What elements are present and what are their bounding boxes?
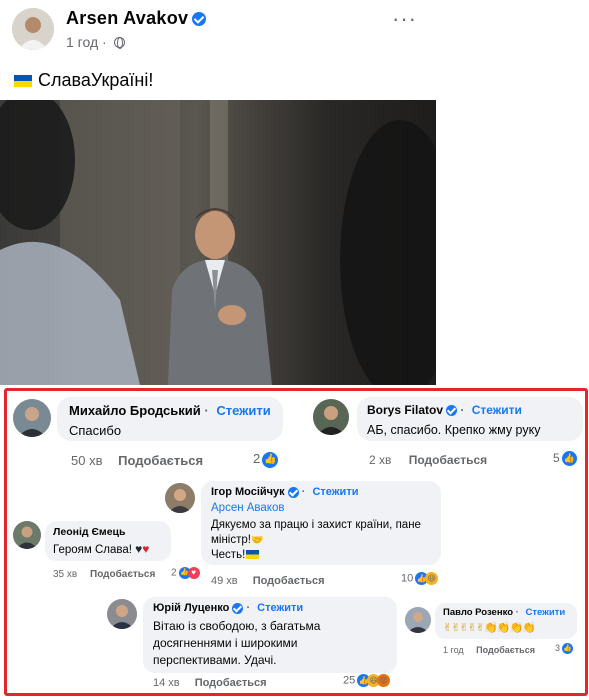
like-button[interactable]: Подобається: [253, 575, 325, 587]
like-button[interactable]: Подобається: [409, 453, 487, 467]
post-photo[interactable]: [0, 100, 436, 385]
comment-bubble: Юрій Луценко · Стежити Вітаю із свободою…: [143, 597, 397, 673]
comment-actions: 49 хв Подобається: [211, 575, 325, 587]
meta-separator: ·: [102, 34, 107, 50]
comment-time[interactable]: 14 хв: [153, 677, 180, 689]
author-name[interactable]: Arsen Avakov: [66, 8, 207, 29]
comment-bubble: Павло Розенко · Стежити ✌✌✌✌✌👏👏👏👏: [435, 603, 577, 639]
post-meta: 1 год ·: [66, 34, 125, 50]
follow-button[interactable]: Стежити: [312, 486, 358, 498]
like-button[interactable]: Подобається: [476, 645, 535, 655]
comment-actions: 35 хв Подобається: [53, 569, 155, 580]
like-reaction-icon: 👍: [562, 643, 574, 655]
commenter-name: Павло Розенко · Стежити: [443, 607, 566, 618]
comment-text-main: Героям Слава!: [53, 544, 132, 556]
reaction-count[interactable]: 2 👍: [253, 451, 279, 468]
author-avatar[interactable]: [12, 8, 54, 50]
commenter-name-text[interactable]: Borys Filatov: [367, 403, 443, 417]
commenter-name: Юрій Луценко · Стежити: [153, 602, 304, 614]
post-text: СлаваУкраїні!: [14, 70, 153, 91]
commenter-name-text[interactable]: Михайло Бродський: [69, 403, 201, 418]
love-reaction-icon: ♥: [187, 567, 200, 579]
post-text-content: СлаваУкраїні!: [38, 70, 154, 90]
haha-reaction-icon: 😆: [425, 572, 439, 585]
like-button[interactable]: Подобається: [90, 569, 155, 580]
red-heart-icon: ♥: [142, 542, 150, 556]
more-options-button[interactable]: ···: [392, 6, 417, 32]
comment-actions: 50 хв Подобається: [71, 453, 203, 468]
comment-text-main: Дякуємо за працю і захист країни, пане м…: [211, 519, 421, 546]
commenter-avatar[interactable]: [107, 599, 137, 629]
comments-highlight-frame: Михайло Бродський · Стежити Спасибо 50 х…: [4, 388, 588, 696]
comment-bubble: Леонід Ємець Героям Слава! ♥♥: [45, 521, 171, 561]
commenter-name: Михайло Бродський · Стежити: [69, 403, 271, 418]
comment-actions: 14 хв Подобається: [153, 677, 267, 689]
post-header: Arsen Avakov 1 год · ···: [0, 0, 589, 60]
post-time[interactable]: 1 год: [66, 34, 98, 50]
commenter-name[interactable]: Леонід Ємець: [53, 526, 125, 538]
comment-text: Вітаю із свободою, з багатьма досягнення…: [153, 619, 321, 667]
reaction-count-text: 10: [401, 572, 414, 585]
follow-button[interactable]: Стежити: [216, 403, 270, 418]
like-reaction-icon: 👍: [262, 451, 279, 468]
verified-badge-icon: [232, 602, 244, 614]
commenter-avatar[interactable]: [405, 607, 431, 633]
reaction-count-text: 3: [555, 643, 561, 653]
follow-button[interactable]: Стежити: [257, 602, 303, 614]
verified-badge-icon: [192, 12, 207, 27]
reaction-count[interactable]: 10 👍😆: [401, 572, 439, 585]
comment-actions: 2 хв Подобається: [369, 453, 487, 467]
comment-text: АБ, спасибо. Крепко жму руку: [367, 423, 541, 437]
comment-time[interactable]: 35 хв: [53, 569, 77, 580]
verified-badge-icon: [446, 405, 458, 417]
ukraine-flag-icon: [14, 75, 32, 87]
like-button[interactable]: Подобається: [195, 677, 267, 689]
commenter-name: Ігор Мосійчук · Стежити: [211, 486, 359, 498]
author-name-text[interactable]: Arsen Avakov: [66, 8, 188, 28]
verified-badge-icon: [287, 486, 299, 498]
reaction-count-text: 5: [553, 451, 560, 465]
commenter-name-text[interactable]: Юрій Луценко: [153, 602, 229, 614]
comment-bubble: Михайло Бродський · Стежити Спасибо: [57, 397, 283, 441]
commenter-avatar[interactable]: [165, 483, 195, 513]
commenter-avatar[interactable]: [313, 399, 349, 435]
follow-button[interactable]: Стежити: [525, 607, 565, 618]
comment-actions: 1 год Подобається: [443, 645, 535, 655]
commenter-name-text[interactable]: Павло Розенко: [443, 607, 513, 618]
comment-text-second: Честь!: [211, 549, 246, 561]
comment-time[interactable]: 49 хв: [211, 575, 238, 587]
comment-text: ✌✌✌✌✌👏👏👏👏: [443, 622, 536, 634]
comment-text: Дякуємо за працю і захист країни, пане м…: [211, 518, 436, 563]
handshake-emoji-icon: 🤝: [250, 535, 264, 546]
comment-bubble: Ігор Мосійчук · Стежити Арсен Аваков Дяк…: [201, 481, 441, 565]
ukraine-flag-icon: [246, 550, 260, 559]
like-reaction-icon: 👍: [561, 451, 577, 467]
reaction-count[interactable]: 5 👍: [553, 451, 577, 467]
reaction-count[interactable]: 3 👍: [555, 643, 574, 655]
globe-icon: [113, 37, 125, 49]
commenter-name-text[interactable]: Ігор Мосійчук: [211, 486, 285, 498]
comment-text: Спасибо: [69, 423, 122, 438]
comment-time[interactable]: 50 хв: [71, 453, 102, 468]
reaction-count[interactable]: 2 👍 ♥: [171, 567, 200, 579]
like-button[interactable]: Подобається: [118, 453, 203, 468]
comment-bubble: Borys Filatov · Стежити АБ, спасибо. Кре…: [357, 397, 583, 441]
follow-button[interactable]: Стежити: [472, 403, 522, 417]
angry-reaction-icon: 😡: [377, 674, 391, 687]
commenter-avatar[interactable]: [13, 521, 41, 549]
mention-link[interactable]: Арсен Аваков: [211, 502, 284, 514]
reaction-count[interactable]: 25 👍😆 😡: [343, 674, 391, 687]
comment-time[interactable]: 1 год: [443, 645, 464, 655]
reaction-count-text: 2: [253, 451, 261, 466]
reaction-count-text: 2: [171, 567, 177, 579]
reaction-count-text: 25: [343, 674, 356, 687]
comment-time[interactable]: 2 хв: [369, 453, 391, 467]
commenter-avatar[interactable]: [13, 399, 51, 437]
commenter-name: Borys Filatov · Стежити: [367, 403, 522, 417]
comment-text: Героям Слава! ♥♥: [53, 542, 149, 556]
